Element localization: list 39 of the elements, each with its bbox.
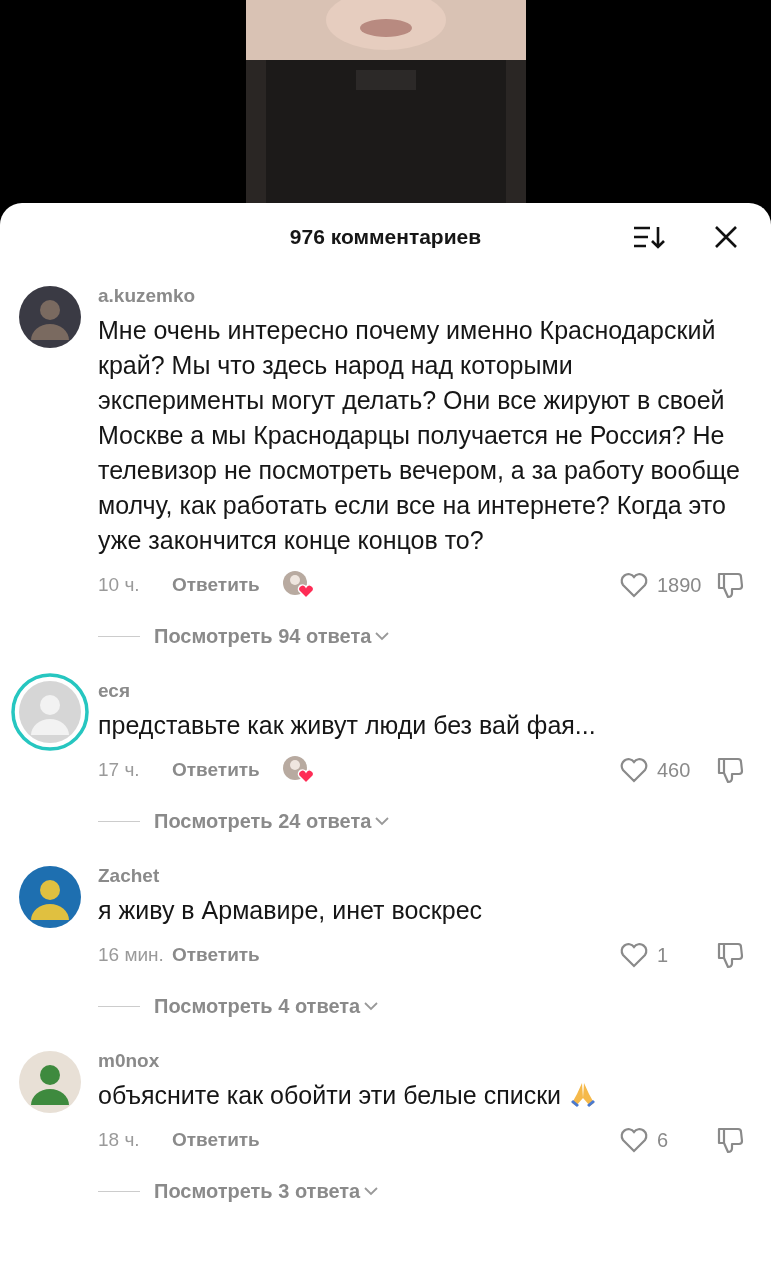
username[interactable]: Zachet xyxy=(98,865,160,887)
sort-icon[interactable] xyxy=(633,225,665,249)
comment-text: Мне очень интересно почему именно Краснодарский край? Мы что здесь народ над которыми эксперименты могут делать? Они все жируют в своей Москве а мы Краснодарцы получается не Россия? Не телевизор не посмотреть вечером, а за работу вообще молчу, как работать если все на интернете? Когда это уже закончится конце концов то? xyxy=(98,315,741,556)
like-count: 1890 xyxy=(657,573,703,597)
comment-time: 17 ч. xyxy=(98,759,141,781)
chevron-down-icon xyxy=(364,1001,379,1011)
reply-button[interactable]: Ответить xyxy=(172,759,260,781)
username[interactable]: a.kuzemko xyxy=(98,285,196,307)
heart-icon[interactable] xyxy=(619,572,649,598)
reply-button[interactable]: Ответить xyxy=(172,574,260,596)
thumbs-down-icon[interactable] xyxy=(715,1126,745,1154)
chevron-down-icon xyxy=(375,816,390,826)
like-count: 1 xyxy=(657,943,670,967)
like-count: 6 xyxy=(657,1128,670,1152)
thumbs-down-icon[interactable] xyxy=(715,571,745,599)
comment-time: 18 ч. xyxy=(98,1129,141,1151)
view-replies-link[interactable]: Посмотреть 94 ответа xyxy=(154,624,390,648)
username[interactable]: еся xyxy=(98,680,130,702)
comment-time: 16 мин. xyxy=(98,944,165,966)
heart-icon[interactable] xyxy=(619,757,649,783)
thumbs-down-icon[interactable] xyxy=(715,941,745,969)
view-replies-link[interactable]: Посмотреть 3 ответа xyxy=(154,1179,379,1203)
close-icon[interactable] xyxy=(714,225,738,249)
comment-text: представьте как живут люди без вай фая... xyxy=(98,710,597,741)
reply-button[interactable]: Ответить xyxy=(172,1129,260,1151)
username[interactable]: m0nox xyxy=(98,1050,160,1072)
reply-button[interactable]: Ответить xyxy=(172,944,260,966)
comment-time: 10 ч. xyxy=(98,574,141,596)
heart-icon[interactable] xyxy=(619,942,649,968)
like-count: 460 xyxy=(657,758,692,782)
view-replies-link[interactable]: Посмотреть 4 ответа xyxy=(154,994,379,1018)
view-replies-link[interactable]: Посмотреть 24 ответа xyxy=(154,809,390,833)
comments-title: 976 комментариев xyxy=(289,225,482,249)
chevron-down-icon xyxy=(375,631,390,641)
heart-icon[interactable] xyxy=(619,1127,649,1153)
comment-text: объясните как обойти эти белые списки xyxy=(98,1078,745,1113)
thumbs-down-icon[interactable] xyxy=(715,756,745,784)
comment-text: я живу в Армавире, инет воскрес xyxy=(98,895,484,926)
chevron-down-icon xyxy=(364,1186,379,1196)
